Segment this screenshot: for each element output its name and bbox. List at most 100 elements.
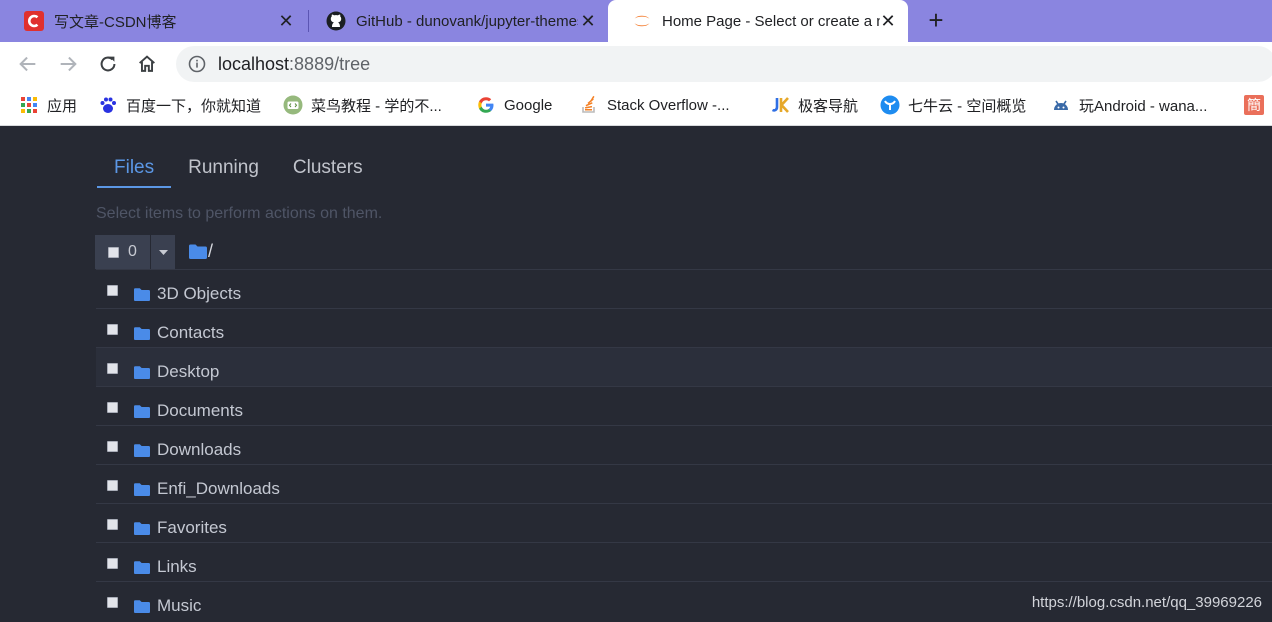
item-checkbox[interactable] bbox=[107, 363, 118, 374]
url-host: localhost bbox=[218, 54, 290, 74]
android-icon bbox=[1054, 100, 1068, 110]
plus-icon[interactable]: + bbox=[922, 7, 950, 35]
folder-icon[interactable] bbox=[189, 244, 207, 259]
jike-icon bbox=[771, 97, 789, 113]
tab-running[interactable]: Running bbox=[171, 154, 276, 188]
bookmarks-bar: 应用 百度一下，你就知道 菜鸟教程 - 学的不... Google Stack … bbox=[0, 86, 1272, 126]
baidu-icon bbox=[100, 97, 116, 113]
reload-icon[interactable] bbox=[94, 50, 122, 78]
jupyter-page: Files Running Clusters Select items to p… bbox=[0, 128, 1272, 622]
folder-icon bbox=[134, 444, 150, 457]
bookmark-label: 百度一下，你就知道 bbox=[126, 97, 262, 115]
list-item[interactable]: Links bbox=[96, 542, 1272, 581]
item-name-link[interactable]: 3D Objects bbox=[157, 284, 241, 304]
list-item[interactable]: Favorites bbox=[96, 503, 1272, 542]
tab-files[interactable]: Files bbox=[97, 154, 172, 188]
breadcrumb-root[interactable]: / bbox=[208, 241, 213, 262]
item-name-link[interactable]: Enfi_Downloads bbox=[157, 479, 280, 499]
item-checkbox[interactable] bbox=[107, 597, 118, 608]
bookmark-runoob[interactable]: 菜鸟教程 - 学的不... bbox=[283, 94, 442, 116]
folder-icon bbox=[134, 405, 150, 418]
forward-arrow-icon[interactable] bbox=[54, 50, 82, 78]
item-checkbox[interactable] bbox=[107, 324, 118, 335]
list-item[interactable]: Downloads bbox=[96, 425, 1272, 464]
tab-title: 写文章-CSDN博客 bbox=[54, 13, 177, 31]
item-checkbox[interactable] bbox=[107, 402, 118, 413]
item-checkbox[interactable] bbox=[107, 519, 118, 530]
close-tab-icon[interactable]: ✕ bbox=[276, 11, 296, 31]
item-name-link[interactable]: Documents bbox=[157, 401, 243, 421]
bookmark-label: 七牛云 - 空间概览 bbox=[908, 97, 1027, 115]
jupyter-tabs: Files Running Clusters bbox=[97, 154, 380, 188]
bookmark-label: Stack Overflow -... bbox=[607, 96, 730, 114]
file-list: 3D Objects Contacts Desktop Documents Do… bbox=[96, 269, 1272, 620]
bookmark-qiniu[interactable]: 七牛云 - 空间概览 bbox=[880, 94, 1026, 116]
browser-tab-github[interactable]: GitHub - dunovank/jupyter-themes ✕ bbox=[302, 0, 608, 42]
folder-icon bbox=[134, 483, 150, 496]
bookmark-apps[interactable]: 应用 bbox=[19, 94, 77, 116]
info-icon[interactable] bbox=[188, 55, 206, 73]
bookmark-wanandroid[interactable]: 玩Android - wana... bbox=[1051, 94, 1207, 116]
jianshu-icon: 簡 bbox=[1244, 95, 1264, 115]
item-name-link[interactable]: Contacts bbox=[157, 323, 224, 343]
bookmark-google[interactable]: Google bbox=[476, 94, 552, 116]
tab-title: GitHub - dunovank/jupyter-themes bbox=[356, 12, 578, 30]
bookmark-label: 极客导航 bbox=[798, 97, 859, 115]
qiniu-icon bbox=[880, 95, 900, 115]
close-tab-icon[interactable]: ✕ bbox=[878, 11, 898, 31]
list-item[interactable]: Documents bbox=[96, 386, 1272, 425]
selected-count: 0 bbox=[128, 243, 137, 260]
watermark-text: https://blog.csdn.net/qq_39969226 bbox=[1031, 594, 1262, 611]
breadcrumb: / bbox=[189, 241, 213, 262]
address-bar[interactable]: localhost:8889/tree bbox=[176, 46, 1272, 82]
csdn-icon bbox=[24, 11, 44, 31]
browser-tab-csdn[interactable]: 写文章-CSDN博客 ✕ bbox=[0, 0, 306, 42]
stackoverflow-icon bbox=[582, 95, 595, 113]
folder-icon bbox=[134, 561, 150, 574]
folder-icon bbox=[134, 600, 150, 613]
bookmark-stackoverflow[interactable]: Stack Overflow -... bbox=[579, 94, 730, 116]
apps-grid-icon bbox=[21, 97, 37, 113]
list-item[interactable]: Desktop bbox=[96, 347, 1272, 386]
bookmark-jianshu[interactable]: 簡 bbox=[1244, 94, 1264, 116]
list-item[interactable]: Enfi_Downloads bbox=[96, 464, 1272, 503]
item-checkbox[interactable] bbox=[107, 558, 118, 569]
tab-title: Home Page - Select or create a notebook bbox=[662, 12, 880, 30]
google-icon bbox=[478, 97, 494, 113]
select-all-checkbox[interactable] bbox=[108, 246, 119, 258]
close-tab-icon[interactable]: ✕ bbox=[578, 11, 598, 31]
home-icon[interactable] bbox=[133, 50, 161, 78]
list-item[interactable]: 3D Objects bbox=[96, 269, 1272, 308]
back-arrow-icon[interactable] bbox=[14, 50, 42, 78]
folder-icon bbox=[134, 366, 150, 379]
bookmark-label: 菜鸟教程 - 学的不... bbox=[311, 97, 442, 115]
tab-clusters[interactable]: Clusters bbox=[276, 154, 380, 188]
bookmark-jike[interactable]: 极客导航 bbox=[770, 94, 858, 116]
caret-down-icon bbox=[158, 249, 168, 255]
list-item[interactable]: Contacts bbox=[96, 308, 1272, 347]
url-text: localhost:8889/tree bbox=[218, 54, 370, 75]
folder-icon bbox=[134, 327, 150, 340]
select-all-control: 0 bbox=[95, 235, 175, 269]
item-checkbox[interactable] bbox=[107, 480, 118, 491]
bookmark-label: Google bbox=[504, 96, 553, 114]
bookmark-label: 应用 bbox=[47, 97, 78, 115]
selection-dropdown-button[interactable] bbox=[151, 235, 175, 269]
item-name-link[interactable]: Downloads bbox=[157, 440, 241, 460]
item-name-link[interactable]: Music bbox=[157, 596, 201, 616]
runoob-icon bbox=[283, 95, 303, 115]
url-path: :8889/tree bbox=[289, 54, 371, 74]
item-checkbox[interactable] bbox=[107, 441, 118, 452]
item-name-link[interactable]: Desktop bbox=[157, 362, 219, 382]
jupyter-icon bbox=[634, 15, 650, 27]
folder-icon bbox=[134, 522, 150, 535]
browser-tab-strip: 写文章-CSDN博客 ✕ GitHub - dunovank/jupyter-t… bbox=[0, 0, 1272, 42]
item-name-link[interactable]: Links bbox=[157, 557, 197, 577]
select-all-button[interactable]: 0 bbox=[95, 235, 150, 269]
item-name-link[interactable]: Favorites bbox=[157, 518, 227, 538]
browser-tab-jupyter-home[interactable]: Home Page - Select or create a notebook … bbox=[608, 0, 908, 42]
browser-toolbar: localhost:8889/tree bbox=[0, 42, 1272, 86]
bookmark-label: 玩Android - wana... bbox=[1079, 97, 1208, 115]
item-checkbox[interactable] bbox=[107, 285, 118, 296]
bookmark-baidu[interactable]: 百度一下，你就知道 bbox=[98, 94, 261, 116]
